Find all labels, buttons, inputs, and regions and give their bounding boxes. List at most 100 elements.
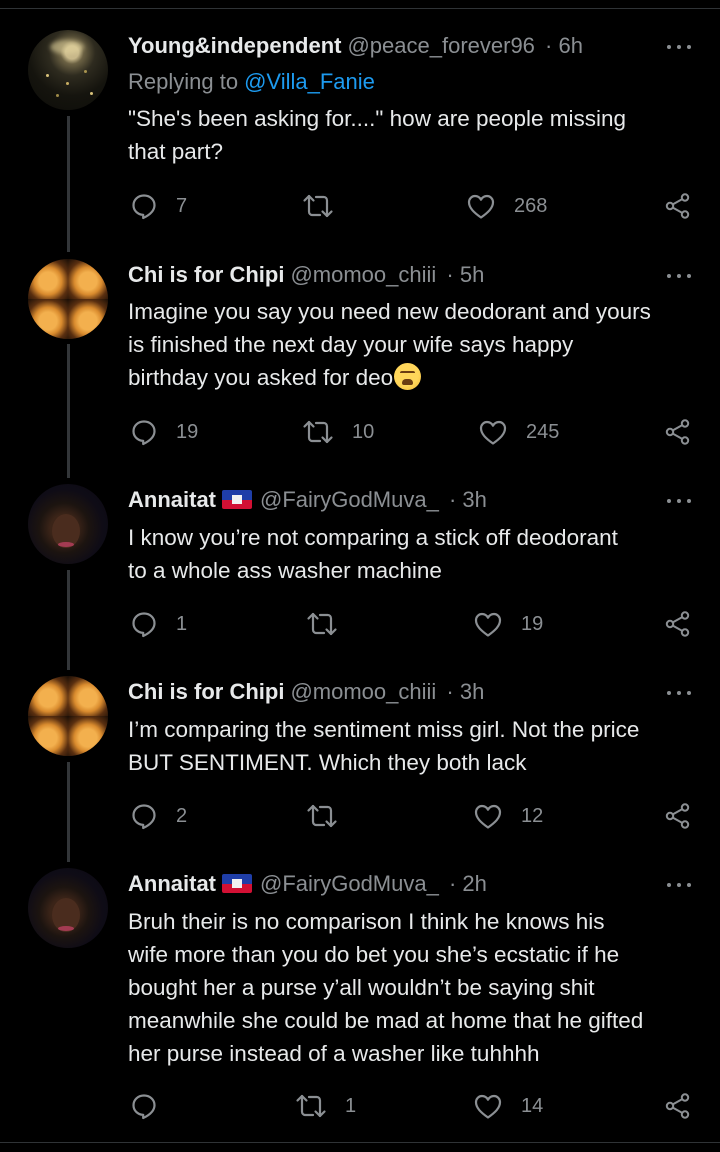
tweet-text-body: Imagine you say you need new deodorant a… bbox=[128, 299, 651, 390]
retweet-count: 1 bbox=[345, 1095, 357, 1117]
like-button[interactable]: 245 bbox=[478, 412, 559, 452]
reply-button[interactable] bbox=[130, 1086, 176, 1126]
reply-icon bbox=[132, 804, 156, 830]
like-button[interactable]: 19 bbox=[473, 604, 543, 644]
tweet-text: I know you’re not comparing a stick off … bbox=[128, 525, 618, 583]
top-divider bbox=[0, 8, 720, 9]
display-name[interactable]: Chi is for Chipi bbox=[128, 262, 284, 287]
user-handle[interactable]: @momoo_chiii bbox=[290, 262, 436, 287]
retweet-button[interactable] bbox=[302, 186, 352, 226]
heart-icon bbox=[467, 194, 495, 219]
more-options-icon[interactable] bbox=[665, 688, 695, 700]
reply-icon bbox=[132, 194, 156, 220]
tweet-header: Chi is for Chipi @momoo_chiii · 5h bbox=[128, 259, 484, 291]
timestamp[interactable]: · 6h bbox=[545, 33, 583, 58]
retweet-icon bbox=[296, 1094, 326, 1118]
avatar[interactable] bbox=[28, 868, 108, 948]
tweet[interactable]: Annaitat @FairyGodMuva_ · 2h Bruh their i… bbox=[0, 868, 720, 1138]
tired-face-emoji bbox=[394, 363, 422, 390]
avatar[interactable] bbox=[28, 259, 108, 339]
share-icon bbox=[665, 1093, 690, 1119]
share-button[interactable] bbox=[664, 1086, 692, 1126]
reply-count: 2 bbox=[176, 805, 188, 827]
reply-button[interactable]: 2 bbox=[130, 796, 187, 836]
bottom-divider bbox=[0, 1142, 720, 1143]
heart-icon bbox=[474, 612, 502, 637]
share-icon bbox=[665, 803, 690, 829]
reply-icon bbox=[132, 420, 156, 446]
retweet-button[interactable] bbox=[306, 604, 356, 644]
tweet-text: Imagine you say you need new deodorant a… bbox=[128, 295, 698, 394]
retweet-icon bbox=[307, 612, 337, 636]
retweet-icon bbox=[303, 420, 333, 444]
reply-count: 19 bbox=[176, 421, 199, 443]
tweet-actions: 1 14 bbox=[0, 1086, 720, 1126]
heart-icon bbox=[474, 804, 502, 829]
user-handle[interactable]: @momoo_chiii bbox=[290, 679, 436, 704]
timestamp[interactable]: · 5h bbox=[446, 262, 484, 287]
replying-label: Replying to bbox=[128, 69, 239, 94]
retweet-button[interactable]: 10 bbox=[302, 412, 374, 452]
avatar[interactable] bbox=[28, 484, 108, 564]
share-button[interactable] bbox=[664, 412, 692, 452]
tweet-text: Bruh their is no comparison I think he k… bbox=[128, 909, 644, 1066]
more-options-icon[interactable] bbox=[665, 42, 695, 54]
reply-count: 1 bbox=[176, 613, 188, 635]
display-name[interactable]: Annaitat bbox=[128, 871, 216, 896]
timestamp[interactable]: · 3h bbox=[449, 487, 487, 512]
display-name[interactable]: Young&independent bbox=[128, 33, 341, 58]
like-button[interactable]: 268 bbox=[466, 186, 547, 226]
tweet-actions: 19 10 245 bbox=[0, 412, 720, 452]
tweet-header: Young&independent @peace_forever96 · 6h bbox=[128, 30, 583, 62]
reply-count: 7 bbox=[176, 195, 188, 217]
tweet-header: Annaitat @FairyGodMuva_ · 2h bbox=[128, 868, 487, 900]
tweet-header: Annaitat @FairyGodMuva_ · 3h bbox=[128, 484, 487, 516]
display-name[interactable]: Chi is for Chipi bbox=[128, 679, 284, 704]
haiti-flag-emoji bbox=[222, 490, 252, 509]
replying-to-link[interactable]: @Villa_Fanie bbox=[244, 69, 375, 94]
tweet[interactable]: Chi is for Chipi @momoo_chiii · 3h I’m co… bbox=[0, 676, 720, 846]
tweet[interactable]: Chi is for Chipi @momoo_chiii · 5h Imagin… bbox=[0, 259, 720, 459]
heart-icon bbox=[474, 1094, 502, 1119]
more-options-icon[interactable] bbox=[665, 880, 695, 892]
reply-button[interactable]: 1 bbox=[130, 604, 187, 644]
retweet-button[interactable]: 1 bbox=[295, 1086, 356, 1126]
like-count: 12 bbox=[521, 805, 544, 827]
tweet-text: I’m comparing the sentiment miss girl. N… bbox=[128, 717, 640, 775]
timestamp[interactable]: · 3h bbox=[446, 679, 484, 704]
replying-to: Replying to @Villa_Fanie bbox=[128, 66, 375, 98]
tweet[interactable]: Annaitat @FairyGodMuva_ · 3h I know you’r… bbox=[0, 484, 720, 654]
share-icon bbox=[665, 611, 690, 637]
share-button[interactable] bbox=[664, 796, 692, 836]
user-handle[interactable]: @peace_forever96 bbox=[347, 33, 534, 58]
like-button[interactable]: 14 bbox=[473, 1086, 543, 1126]
avatar[interactable] bbox=[28, 30, 108, 110]
tweet-actions: 2 12 bbox=[0, 796, 720, 836]
reply-icon bbox=[132, 612, 156, 638]
tweet[interactable]: Young&independent @peace_forever96 · 6h R… bbox=[0, 30, 720, 230]
more-options-icon[interactable] bbox=[665, 496, 695, 508]
tweet-text: "She's been asking for...." how are peop… bbox=[128, 106, 627, 164]
user-handle[interactable]: @FairyGodMuva_ bbox=[260, 487, 439, 512]
like-count: 19 bbox=[521, 613, 544, 635]
like-count: 245 bbox=[526, 421, 560, 443]
share-icon bbox=[665, 419, 690, 445]
reply-button[interactable]: 19 bbox=[130, 412, 198, 452]
more-options-icon[interactable] bbox=[665, 271, 695, 283]
like-button[interactable]: 12 bbox=[473, 796, 543, 836]
share-icon bbox=[665, 193, 690, 219]
like-count: 14 bbox=[521, 1095, 544, 1117]
share-button[interactable] bbox=[664, 186, 692, 226]
share-button[interactable] bbox=[664, 604, 692, 644]
display-name[interactable]: Annaitat bbox=[128, 487, 216, 512]
reply-button[interactable]: 7 bbox=[130, 186, 187, 226]
user-handle[interactable]: @FairyGodMuva_ bbox=[260, 871, 439, 896]
avatar[interactable] bbox=[28, 676, 108, 756]
like-count: 268 bbox=[514, 195, 548, 217]
tweet-header: Chi is for Chipi @momoo_chiii · 3h bbox=[128, 676, 484, 708]
retweet-icon bbox=[307, 804, 337, 828]
retweet-count: 10 bbox=[352, 421, 375, 443]
tweet-actions: 7 268 bbox=[0, 186, 720, 226]
timestamp[interactable]: · 2h bbox=[449, 871, 487, 896]
retweet-button[interactable] bbox=[306, 796, 356, 836]
